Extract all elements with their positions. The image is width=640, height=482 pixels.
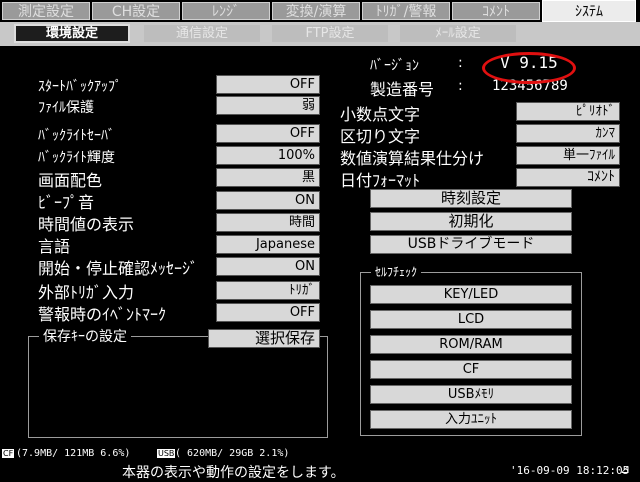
cf-storage-info: (7.9MB/ 121MB 6.6%) <box>16 448 131 459</box>
serial-number-label: 製造番号 <box>370 80 435 99</box>
usb-memory-icon: USB <box>157 449 176 458</box>
external-trigger-field[interactable]: ﾄﾘｶﾞ <box>216 281 320 300</box>
screen-color-label: 画面配色 <box>38 171 103 190</box>
usb-drive-mode-button[interactable]: USBドライブモード <box>370 235 572 254</box>
language-field[interactable]: Japanese <box>216 235 320 254</box>
self-check-rom-ram-button[interactable]: ROM/RAM <box>370 335 572 354</box>
self-check-title: ｾﾙﾌﾁｪｯｸ <box>371 263 422 280</box>
time-display-field[interactable]: 時間 <box>216 213 320 232</box>
tab-measurement-settings[interactable]: 測定設定 <box>2 2 90 20</box>
main-tab-bar: 測定設定 CH設定 ﾚﾝｼﾞ 変換/演算 ﾄﾘｶﾞ/警報 ｺﾒﾝﾄ ｼｽﾃﾑ <box>0 0 640 22</box>
language-label: 言語 <box>38 237 71 256</box>
status-datetime: '16-09-09 18:12:05 <box>510 464 630 477</box>
file-protection-label: ﾌｧｲﾙ保護 <box>38 100 94 116</box>
backlight-brightness-field[interactable]: 100% <box>216 146 320 165</box>
environment-settings-panel: ﾊﾞｰｼﾞｮﾝ : V 9.15 製造番号 : 123456789 ｽﾀｰﾄﾊﾞ… <box>0 46 640 464</box>
serial-number-colon: : <box>458 78 463 94</box>
backlight-brightness-label: ﾊﾞｯｸﾗｲﾄ輝度 <box>38 150 115 166</box>
cf-card-icon: CF <box>2 449 15 458</box>
screen-color-field[interactable]: 黒 <box>216 168 320 187</box>
date-format-field[interactable]: ｺﾒﾝﾄ <box>516 168 620 187</box>
beep-sound-label: ﾋﾞｰﾌﾟ音 <box>38 193 95 212</box>
version-label: ﾊﾞｰｼﾞｮﾝ <box>370 58 419 74</box>
save-key-field[interactable]: 選択保存 <box>208 329 320 348</box>
status-bar: CF (7.9MB/ 121MB 6.6%) USB ( 620MB/ 29GB… <box>0 448 640 481</box>
clock-setting-button[interactable]: 時刻設定 <box>370 189 572 208</box>
self-check-cf-button[interactable]: CF <box>370 360 572 379</box>
decimal-point-label: 小数点文字 <box>340 105 421 124</box>
tab-trigger-alarm[interactable]: ﾄﾘｶﾞ/警報 <box>362 2 450 20</box>
sub-tab-bar: 環境設定 通信設定 FTP設定 ﾒｰﾙ設定 <box>0 22 640 46</box>
backlight-saver-label: ﾊﾞｯｸﾗｲﾄｾｰﾊﾞ <box>38 128 115 144</box>
external-trigger-label: 外部ﾄﾘｶﾞ入力 <box>38 283 135 302</box>
self-check-usb-memory-button[interactable]: USBﾒﾓﾘ <box>370 385 572 404</box>
tab-system[interactable]: ｼｽﾃﾑ <box>542 0 636 22</box>
version-highlight-ellipse <box>482 52 576 84</box>
calc-result-sort-label: 数値演算結果仕分け <box>340 149 485 168</box>
self-check-input-unit-button[interactable]: 入力ﾕﾆｯﾄ <box>370 410 572 429</box>
start-stop-confirm-field[interactable]: ON <box>216 257 320 276</box>
time-display-label: 時間値の表示 <box>38 215 135 234</box>
usb-storage-info: ( 620MB/ 29GB 2.1%) <box>175 448 290 459</box>
initialize-button[interactable]: 初期化 <box>370 212 572 231</box>
subtab-ftp[interactable]: FTP設定 <box>272 25 388 42</box>
tab-channel-settings[interactable]: CH設定 <box>92 2 180 20</box>
calc-result-sort-field[interactable]: 単一ﾌｧｲﾙ <box>516 146 620 165</box>
backlight-saver-field[interactable]: OFF <box>216 124 320 143</box>
date-format-label: 日付ﾌｫｰﾏｯﾄ <box>340 171 421 190</box>
subtab-mail[interactable]: ﾒｰﾙ設定 <box>400 25 516 42</box>
tab-comment[interactable]: ｺﾒﾝﾄ <box>452 2 540 20</box>
delimiter-field[interactable]: ｶﾝﾏ <box>516 124 620 143</box>
tab-conversion-calculation[interactable]: 変換/演算 <box>272 2 360 20</box>
save-key-label: 保存ｷｰの設定 <box>39 326 131 346</box>
start-backup-field[interactable]: OFF <box>216 75 320 94</box>
alarm-event-mark-label: 警報時のｲﾍﾞﾝﾄﾏｰｸ <box>38 305 167 324</box>
subtab-communication[interactable]: 通信設定 <box>144 25 260 42</box>
file-protection-field[interactable]: 弱 <box>216 96 320 115</box>
decimal-point-field[interactable]: ﾋﾟﾘｵﾄﾞ <box>516 102 620 121</box>
key-lock-icon: ⊿ <box>620 462 631 476</box>
self-check-key-led-button[interactable]: KEY/LED <box>370 285 572 304</box>
beep-sound-field[interactable]: ON <box>216 191 320 210</box>
version-colon: : <box>458 55 463 71</box>
start-stop-confirm-label: 開始・停止確認ﾒｯｾｰｼﾞ <box>38 259 199 278</box>
tab-range[interactable]: ﾚﾝｼﾞ <box>182 2 270 20</box>
save-key-group: 保存ｷｰの設定 <box>28 326 328 438</box>
subtab-environment[interactable]: 環境設定 <box>14 24 130 43</box>
self-check-lcd-button[interactable]: LCD <box>370 310 572 329</box>
delimiter-label: 区切り文字 <box>340 127 421 146</box>
alarm-event-mark-field[interactable]: OFF <box>216 303 320 322</box>
status-message: 本器の表示や動作の設定をします。 <box>122 465 345 481</box>
start-backup-label: ｽﾀｰﾄﾊﾞｯｸｱｯﾌﾟ <box>38 79 122 95</box>
